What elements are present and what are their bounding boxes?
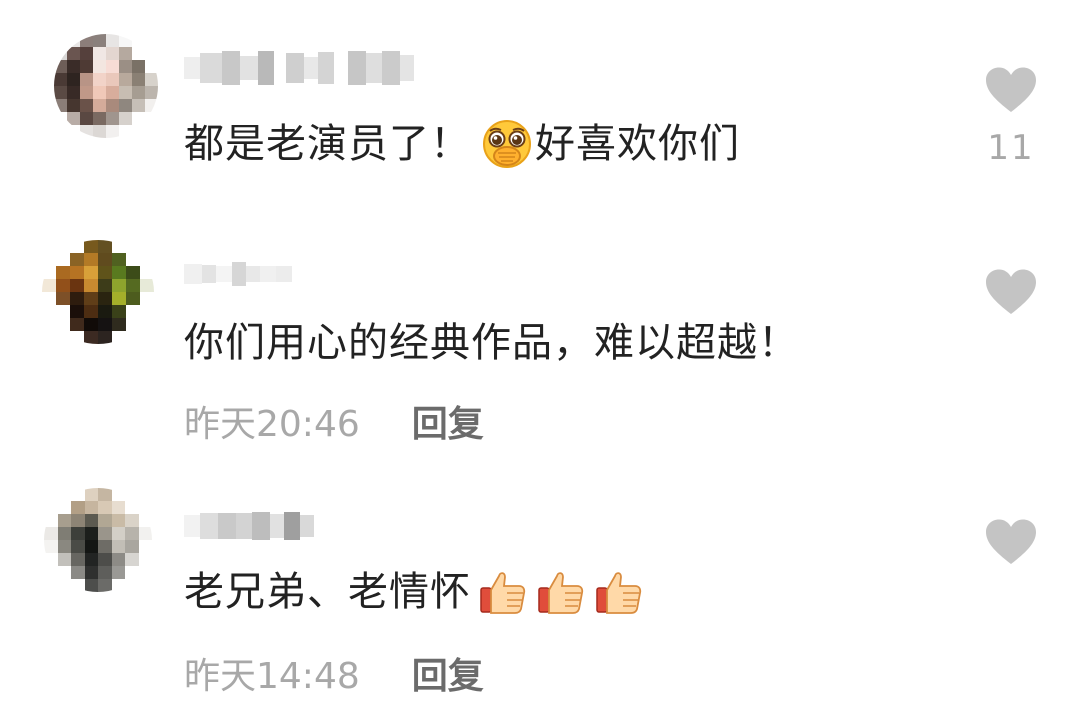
heart-icon <box>982 518 1040 566</box>
avatar-blurred-image <box>54 34 158 138</box>
comment-text: 老兄弟、老情怀 <box>184 566 645 618</box>
avatar-blurred-image <box>44 488 152 592</box>
avatar[interactable] <box>44 488 152 592</box>
thumbs-up-emoji <box>593 566 645 618</box>
heart-icon <box>982 66 1040 114</box>
reply-button[interactable]: 回复 <box>412 395 484 447</box>
like-button[interactable]: 11 <box>982 66 1040 168</box>
heart-icon <box>982 268 1040 316</box>
comment-text: 都是老演员了！ 好喜欢你们 <box>184 118 740 170</box>
comment-text-part: 你们用心的经典作品，难以超越！ <box>184 320 799 366</box>
comment-time: 昨天20:46 <box>184 404 360 445</box>
like-button[interactable] <box>982 518 1040 566</box>
comment-text-part: 都是老演员了！ <box>184 121 471 167</box>
reply-button[interactable]: 回复 <box>412 647 484 699</box>
thumbs-up-emoji <box>535 566 587 618</box>
like-count: 11 <box>987 128 1035 168</box>
comment-text-part: 老兄弟、老情怀 <box>184 569 471 615</box>
comment-text-part: 好喜欢你们 <box>535 121 740 167</box>
avatar[interactable] <box>54 34 158 138</box>
comment-meta: 昨天20:46 回复 <box>184 395 484 447</box>
avatar-blurred-image <box>42 240 154 344</box>
username-blurred[interactable] <box>184 48 414 88</box>
like-button[interactable] <box>982 268 1040 316</box>
avatar[interactable] <box>42 240 154 344</box>
comment-meta: 昨天14:48 回复 <box>184 647 484 699</box>
comment-text: 你们用心的经典作品，难以超越！ <box>184 318 799 368</box>
username-blurred[interactable] <box>184 254 292 294</box>
thumbs-up-emoji <box>477 566 529 618</box>
comment-time: 昨天14:48 <box>184 656 360 697</box>
username-blurred[interactable] <box>184 506 314 546</box>
shy-covering-mouth-emoji <box>481 118 533 170</box>
